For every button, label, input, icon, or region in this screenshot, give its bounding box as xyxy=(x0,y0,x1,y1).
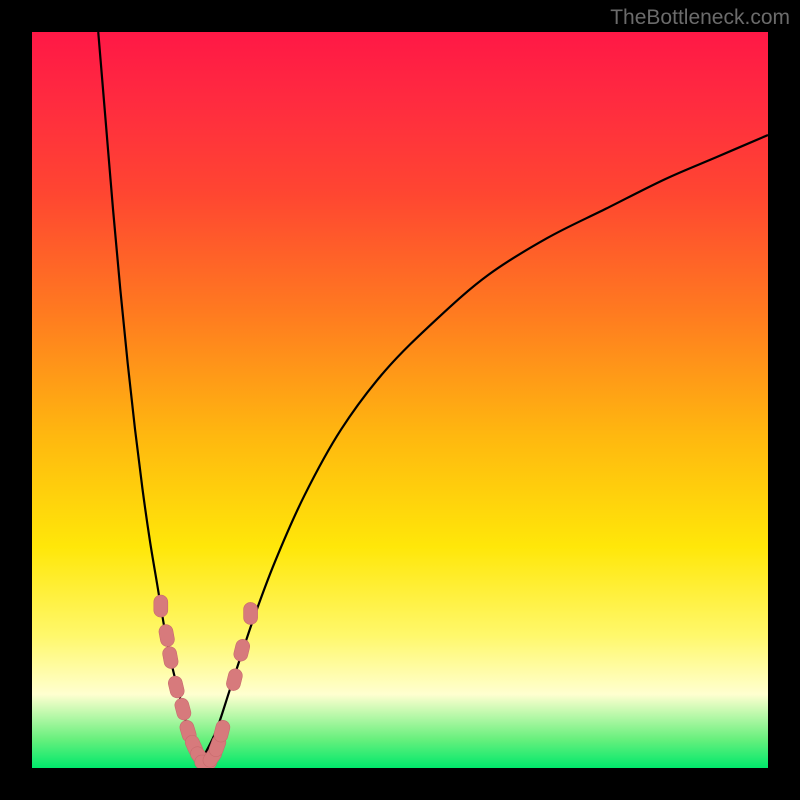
marker-group xyxy=(154,595,258,768)
chart-svg xyxy=(32,32,768,768)
curve-left-branch xyxy=(98,32,201,761)
curve-right-branch xyxy=(201,135,768,761)
marker xyxy=(232,638,251,663)
plot-area xyxy=(32,32,768,768)
marker xyxy=(158,623,176,647)
marker xyxy=(225,667,244,692)
marker xyxy=(173,697,192,722)
marker xyxy=(244,602,258,624)
watermark-text: TheBottleneck.com xyxy=(610,6,790,30)
outer-frame: TheBottleneck.com xyxy=(0,0,800,800)
marker xyxy=(161,646,179,670)
marker xyxy=(154,595,168,617)
marker xyxy=(167,675,186,700)
